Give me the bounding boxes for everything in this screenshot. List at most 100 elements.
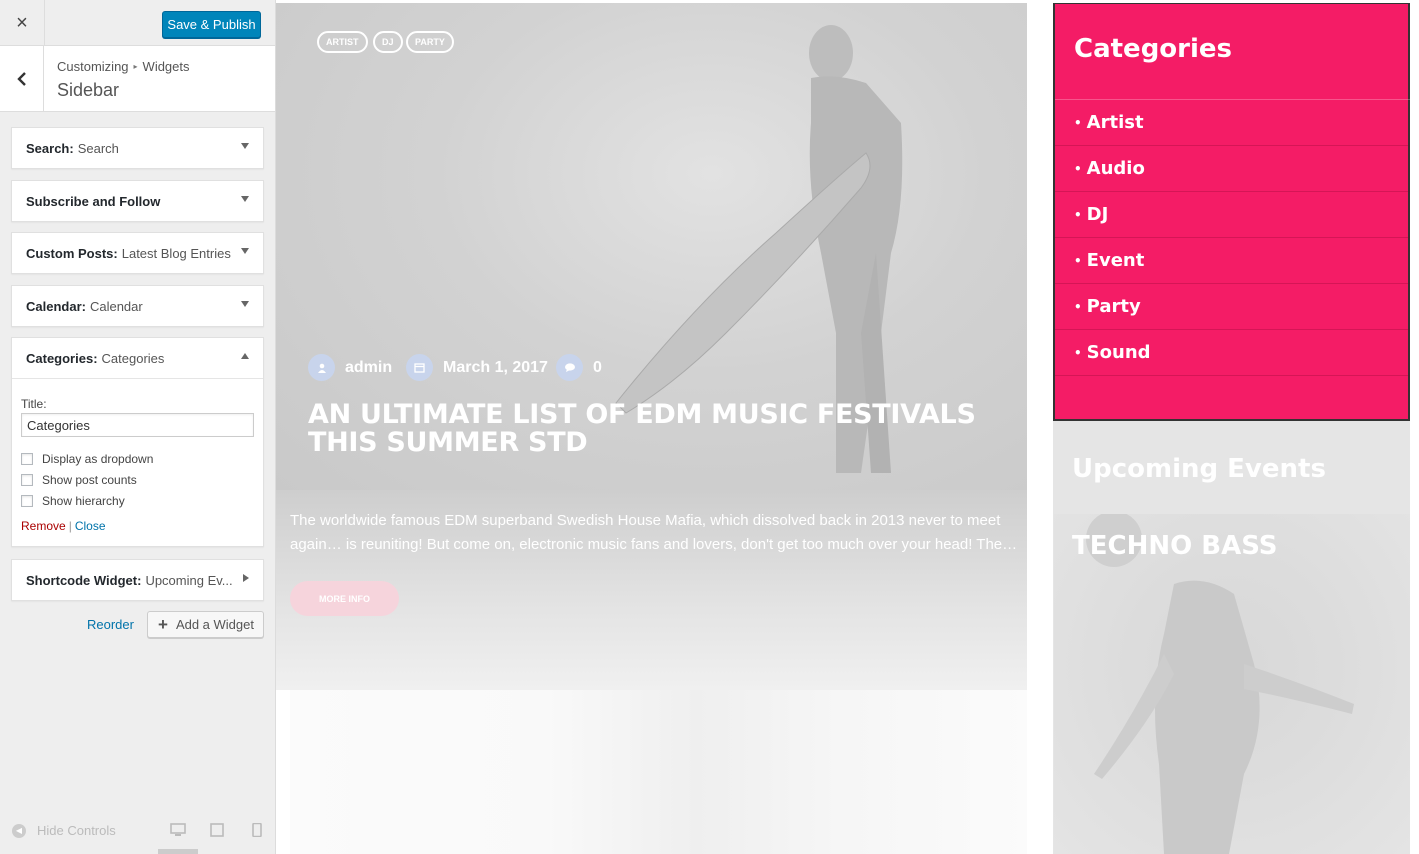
event-card[interactable]: TECHNO BASS <box>1054 514 1410 854</box>
widget-categories-form: Title: Display as dropdown Show post cou… <box>12 378 263 543</box>
featured-post-hero: ARTIST DJ PARTY admin March 1, 2017 0 AN… <box>276 3 1027 490</box>
widget-categories: Categories:Categories Title: Display as … <box>11 337 264 547</box>
checkbox[interactable] <box>21 474 33 486</box>
post-comments[interactable]: 0 <box>556 354 602 381</box>
widget-calendar: Calendar: Calendar <box>11 285 264 327</box>
widget-search-header[interactable]: Search: Search <box>12 128 263 168</box>
active-device-indicator <box>158 849 198 854</box>
section-header: Customizing ▸ Widgets Sidebar <box>0 46 275 112</box>
widget-title: Categories <box>101 350 165 366</box>
widget-title: Upcoming Ev... <box>145 572 233 588</box>
close-customizer-button[interactable]: × <box>0 0 45 46</box>
author-name: admin <box>345 358 393 376</box>
save-publish-button[interactable]: Save & Publish <box>162 11 261 38</box>
category-item[interactable]: • Audio <box>1055 146 1410 192</box>
widget-custom-posts-header[interactable]: Custom Posts: Latest Blog Entries <box>12 233 263 273</box>
widget-shortcode-header[interactable]: Shortcode Widget: Upcoming Ev... <box>12 560 263 600</box>
widget-type: Search: <box>26 140 74 156</box>
option-show-post-counts[interactable]: Show post counts <box>21 470 254 490</box>
categories-widget-preview: Categories • Artist • Audio • DJ • Event • Pa… <box>1053 3 1410 421</box>
title-label: Title: <box>21 397 47 411</box>
tablet-icon[interactable] <box>209 823 225 837</box>
caret-right-icon[interactable] <box>243 574 249 582</box>
option-display-dropdown[interactable]: Display as dropdown <box>21 449 254 469</box>
plus-icon: + <box>158 615 168 634</box>
section-title: Sidebar <box>57 80 120 100</box>
action-separator: | <box>68 519 72 533</box>
caret-down-icon[interactable] <box>241 248 249 254</box>
checkbox-label: Display as dropdown <box>42 452 154 466</box>
user-icon <box>308 354 335 381</box>
breadcrumb-separator: ▸ <box>133 62 138 71</box>
events-heading: Upcoming Events <box>1072 454 1326 484</box>
post-title[interactable]: AN ULTIMATE LIST OF EDM MUSIC FESTIVALS … <box>308 401 998 457</box>
close-widget-link[interactable]: Close <box>75 519 106 533</box>
collapse-icon: ◀ <box>12 823 26 838</box>
widget-type: Custom Posts: <box>26 245 118 261</box>
customizer-footer: ◀ Hide Controls <box>0 812 275 854</box>
widget-search: Search: Search <box>11 127 264 169</box>
post-excerpt: The worldwide famous EDM superband Swedi… <box>290 512 1018 553</box>
breadcrumb-child: Widgets <box>142 59 190 74</box>
category-item[interactable]: • Artist <box>1055 100 1410 146</box>
add-widget-label: Add a Widget <box>175 617 254 632</box>
widget-calendar-header[interactable]: Calendar: Calendar <box>12 286 263 326</box>
widget-shortcode: Shortcode Widget: Upcoming Ev... <box>11 559 264 601</box>
category-item[interactable]: • Event <box>1055 238 1410 284</box>
event-title[interactable]: TECHNO BASS <box>1072 531 1277 561</box>
widget-subscribe-follow-header[interactable]: Subscribe and Follow <box>12 181 263 221</box>
category-item[interactable]: • Party <box>1055 284 1410 330</box>
widget-type: Subscribe and Follow <box>26 193 161 209</box>
category-item[interactable]: • DJ <box>1055 192 1410 238</box>
widget-subscribe-follow: Subscribe and Follow <box>11 180 264 222</box>
widget-title: Calendar <box>89 298 143 314</box>
comment-count: 0 <box>593 358 602 376</box>
more-info-button[interactable]: MORE INFO <box>290 581 399 616</box>
chevron-left-icon <box>16 72 26 86</box>
caret-down-icon[interactable] <box>241 196 249 202</box>
mobile-icon[interactable] <box>249 823 265 837</box>
caret-down-icon[interactable] <box>241 301 249 307</box>
breadcrumb-root: Customizing <box>57 59 129 74</box>
breadcrumb: Customizing ▸ Widgets <box>57 59 190 74</box>
widget-type: Shortcode Widget: <box>26 572 142 588</box>
checkbox[interactable] <box>21 495 33 507</box>
caret-down-icon[interactable] <box>241 143 249 149</box>
comment-icon <box>556 354 583 381</box>
calendar-icon <box>406 354 433 381</box>
post-author[interactable]: admin <box>308 354 392 381</box>
hide-controls-label: Hide Controls <box>37 823 116 838</box>
remove-widget-link[interactable]: Remove <box>21 519 66 533</box>
checkbox-label: Show post counts <box>42 473 137 487</box>
post-date[interactable]: March 1, 2017 <box>406 354 548 381</box>
upcoming-events-widget: Upcoming Events TECHNO BASS <box>1053 421 1410 854</box>
widget-title: Search <box>77 140 119 156</box>
desktop-icon[interactable] <box>170 823 186 837</box>
title-input[interactable] <box>21 413 254 437</box>
option-show-hierarchy[interactable]: Show hierarchy <box>21 491 254 511</box>
post-excerpt-area: The worldwide famous EDM superband Swedi… <box>276 490 1027 690</box>
tag-dj[interactable]: DJ <box>373 31 403 53</box>
widget-type: Categories: <box>26 350 98 366</box>
date-text: March 1, 2017 <box>443 358 548 376</box>
caret-up-icon[interactable] <box>241 353 249 359</box>
widget-type: Calendar: <box>26 298 86 314</box>
reorder-link[interactable]: Reorder <box>87 617 134 632</box>
widget-categories-header[interactable]: Categories: Categories <box>12 338 263 378</box>
tag-party[interactable]: PARTY <box>406 31 454 53</box>
widget-actions: Remove | Close <box>21 519 254 533</box>
dancer-photo <box>1086 514 1354 854</box>
categories-list: • Artist • Audio • DJ • Event • Party • Sound <box>1055 99 1410 376</box>
site-preview: ARTIST DJ PARTY admin March 1, 2017 0 AN… <box>276 0 1419 854</box>
checkbox[interactable] <box>21 453 33 465</box>
hide-controls-button[interactable]: ◀ Hide Controls <box>12 823 116 838</box>
tag-artist[interactable]: ARTIST <box>317 31 368 53</box>
next-post-card[interactable] <box>290 690 1027 854</box>
category-item[interactable]: • Sound <box>1055 330 1410 376</box>
widget-title: Latest Blog Entries <box>121 245 231 261</box>
customizer-header: × Save & Publish <box>0 0 275 46</box>
customizer-panel: × Save & Publish Customizing ▸ Widgets Sid… <box>0 0 276 854</box>
back-button[interactable] <box>0 46 44 112</box>
add-widget-button[interactable]: + Add a Widget <box>147 611 264 638</box>
widget-custom-posts: Custom Posts: Latest Blog Entries <box>11 232 264 274</box>
